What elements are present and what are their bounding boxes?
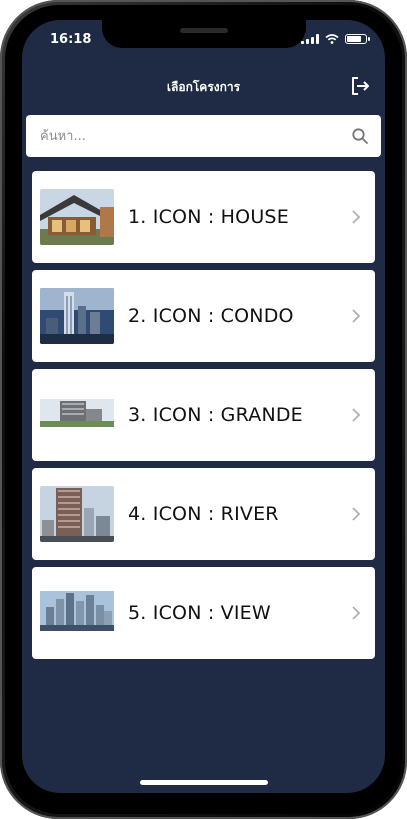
chevron-right-icon: [352, 606, 361, 620]
home-indicator[interactable]: [140, 780, 268, 785]
project-label: 5. ICON : VIEW: [128, 602, 271, 624]
search-bar: [26, 115, 381, 157]
chevron-right-icon: [352, 408, 361, 422]
chevron-right-icon: [352, 309, 361, 323]
battery-icon: [345, 34, 370, 44]
project-list: 1. ICON : HOUSE 2. ICON : CONDO 3. ICON …: [32, 171, 375, 666]
speaker-grille: [180, 28, 228, 33]
wifi-icon: [325, 34, 339, 44]
project-item-river[interactable]: 4. ICON : RIVER: [32, 468, 375, 560]
cellular-signal-icon: [301, 34, 319, 44]
app-screen: 16:18 เลือกโครงการ ค้นหา... 1. ICON: HO…: [22, 20, 385, 793]
project-item-condo[interactable]: 2. ICON : CONDO: [32, 270, 375, 362]
project-label: 3. ICON : GRANDE: [128, 404, 303, 426]
search-input[interactable]: [38, 127, 351, 145]
condo-thumbnail: [40, 288, 114, 344]
project-label: 2. ICON : CONDO: [128, 305, 294, 327]
chevron-right-icon: [352, 210, 361, 224]
river-thumbnail: [40, 486, 114, 542]
project-label: 1. ICON : HOUSE: [128, 206, 289, 228]
view-thumbnail: [40, 585, 114, 641]
house-thumbnail: [40, 189, 114, 245]
project-item-house[interactable]: 1. ICON : HOUSE: [32, 171, 375, 263]
notch: [102, 20, 306, 48]
page-title: เลือกโครงการ: [166, 80, 241, 94]
status-icons: [301, 34, 370, 44]
search-icon[interactable]: [351, 127, 369, 145]
chevron-right-icon: [352, 507, 361, 521]
project-item-grande[interactable]: 3. ICON : GRANDE: [32, 369, 375, 461]
status-time: 16:18: [50, 32, 92, 47]
logout-icon[interactable]: [349, 75, 371, 97]
grande-thumbnail: [40, 387, 114, 443]
project-label: 4. ICON : RIVER: [128, 503, 279, 525]
project-item-view[interactable]: 5. ICON : VIEW: [32, 567, 375, 659]
